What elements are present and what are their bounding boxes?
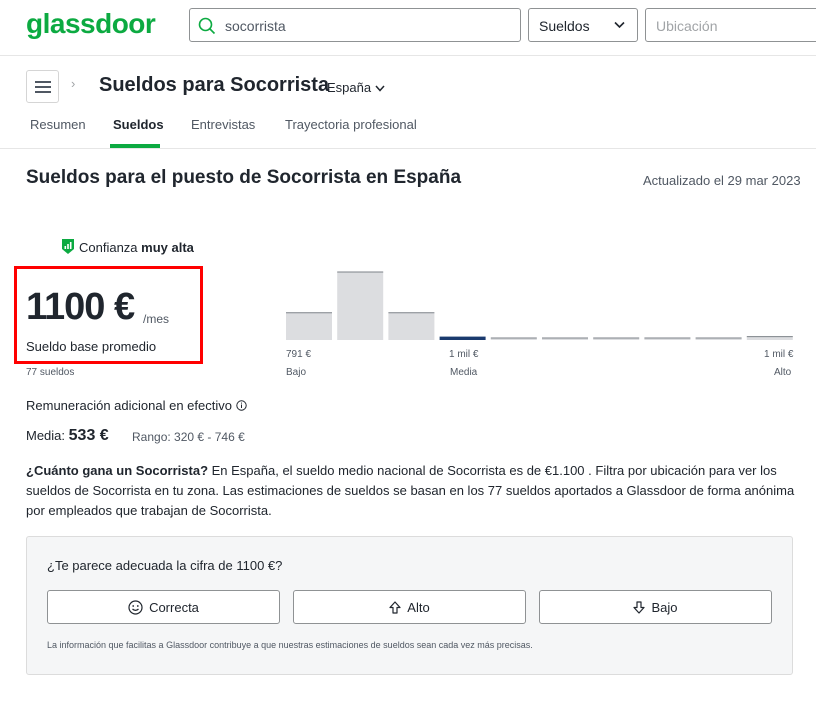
menu-button[interactable] xyxy=(26,70,59,103)
correct-label: Correcta xyxy=(149,599,199,615)
histogram-bar xyxy=(286,312,332,340)
description-question: ¿Cuánto gana un Socorrista? xyxy=(26,463,209,478)
average-salary-unit: /mes xyxy=(143,312,170,326)
feedback-note: La información que facilitas a Glassdoor… xyxy=(47,640,533,650)
arrow-up-icon xyxy=(389,600,401,614)
axis-caption-low: Bajo xyxy=(286,367,307,378)
axis-caption-mid: Media xyxy=(450,367,478,378)
country-label: España xyxy=(327,80,372,95)
tab-entrevistas[interactable]: Entrevistas xyxy=(191,117,255,132)
confidence-level: muy alta xyxy=(141,240,194,255)
search-icon xyxy=(198,17,216,35)
confidence-shield-icon xyxy=(62,239,74,254)
location-placeholder: Ubicación xyxy=(656,18,718,34)
page-title: Sueldos para Socorrista xyxy=(99,74,330,96)
location-input[interactable]: Ubicación xyxy=(645,8,816,42)
additional-pay-title: Remuneración adicional en efectivo xyxy=(26,398,247,413)
confidence-prefix: Confianza xyxy=(79,240,138,255)
low-button[interactable]: Bajo xyxy=(539,590,772,624)
glassdoor-logo[interactable]: glassdoor xyxy=(26,8,156,40)
breadcrumb-separator: › xyxy=(71,76,76,91)
category-select-value: Sueldos xyxy=(539,18,590,34)
high-label: Alto xyxy=(407,599,430,615)
histogram-svg xyxy=(286,271,793,340)
confidence-badge: Confianza muy alta xyxy=(61,238,194,255)
histogram-bar xyxy=(746,336,793,340)
histogram-bar xyxy=(439,336,486,340)
correct-button[interactable]: Correcta xyxy=(47,590,280,624)
tab-sueldos[interactable]: Sueldos xyxy=(113,117,164,132)
histogram-bar xyxy=(388,312,435,340)
info-icon[interactable] xyxy=(236,400,247,411)
country-dropdown[interactable]: España xyxy=(327,80,385,95)
low-label: Bajo xyxy=(651,599,678,615)
median-additional: Media: 533 € xyxy=(26,427,109,445)
chevron-down-icon xyxy=(375,85,385,92)
axis-label-mid: 1 mil € xyxy=(449,349,479,360)
arrow-down-icon xyxy=(633,600,646,614)
smile-icon xyxy=(128,599,143,615)
salary-description: ¿Cuánto gana un Socorrista? En España, e… xyxy=(26,461,796,521)
menu-icon xyxy=(35,81,51,83)
histogram-bar xyxy=(337,272,384,340)
median-label: Media: xyxy=(26,428,66,443)
salary-distribution-chart: 791 € 1 mil € 1 mil € Bajo Media Alto xyxy=(280,260,800,380)
chevron-down-icon xyxy=(614,21,625,29)
search-value: socorrista xyxy=(225,18,286,34)
average-salary-label: Sueldo base promedio xyxy=(26,339,157,354)
salary-count: 77 sueldos xyxy=(26,367,75,378)
category-select[interactable]: Sueldos xyxy=(528,8,638,42)
axis-caption-high: Alto xyxy=(774,367,792,378)
tab-trayectoria[interactable]: Trayectoria profesional xyxy=(285,117,417,132)
header-divider xyxy=(0,55,816,56)
tabs-divider xyxy=(0,148,816,149)
feedback-question: ¿Te parece adecuada la cifra de 1100 €? xyxy=(47,558,283,573)
axis-label-low: 791 € xyxy=(286,349,312,360)
median-value: 533 € xyxy=(68,427,109,444)
high-button[interactable]: Alto xyxy=(293,590,526,624)
tab-resumen[interactable]: Resumen xyxy=(30,117,86,132)
range-additional: Rango: 320 € - 746 € xyxy=(132,430,245,444)
section-title: Sueldos para el puesto de Socorrista en … xyxy=(26,167,462,188)
average-salary-value: 1100 € xyxy=(26,286,135,328)
additional-pay-label: Remuneración adicional en efectivo xyxy=(26,398,232,413)
search-input[interactable]: socorrista xyxy=(189,8,521,42)
updated-date: Actualizado el 29 mar 2023 xyxy=(643,173,801,188)
axis-label-high: 1 mil € xyxy=(764,349,794,360)
